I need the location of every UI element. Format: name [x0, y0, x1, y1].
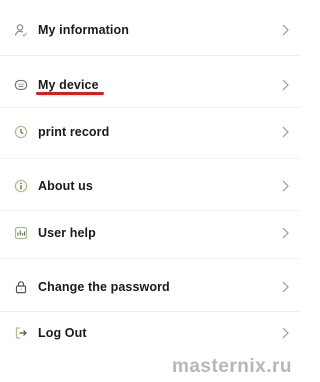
clock-icon: [14, 125, 28, 139]
device-icon: [14, 78, 28, 92]
watermark: masternix.ru: [171, 356, 292, 377]
menu-item-label: Log Out: [38, 326, 87, 340]
help-icon: [14, 226, 28, 240]
chevron-right-icon: [280, 326, 290, 340]
menu-item-print-record[interactable]: print record: [0, 112, 300, 152]
menu-item-label: About us: [38, 179, 93, 193]
settings-page: My information My device print record Ab…: [0, 0, 300, 382]
menu-item-user-help[interactable]: User help: [0, 213, 300, 253]
chevron-right-icon: [280, 280, 290, 294]
divider: [0, 158, 300, 159]
menu-item-log-out[interactable]: Log Out: [0, 313, 300, 353]
divider: [0, 107, 300, 108]
divider: [0, 311, 300, 312]
divider: [0, 55, 300, 56]
divider: [0, 210, 300, 211]
chevron-right-icon: [280, 125, 290, 139]
menu-item-my-device[interactable]: My device: [0, 65, 300, 105]
chevron-right-icon: [280, 23, 290, 37]
chevron-right-icon: [280, 226, 290, 240]
info-icon: [14, 179, 28, 193]
user-icon: [14, 23, 28, 37]
highlight-underline: [36, 92, 104, 95]
lock-icon: [14, 280, 28, 294]
menu-item-label: My device: [38, 78, 99, 92]
menu-item-about-us[interactable]: About us: [0, 166, 300, 206]
logout-icon: [14, 326, 28, 340]
chevron-right-icon: [280, 78, 290, 92]
menu-item-my-information[interactable]: My information: [0, 10, 300, 50]
divider: [0, 258, 300, 259]
menu-item-label: Change the password: [38, 280, 170, 294]
menu-item-label: print record: [38, 125, 110, 139]
menu-item-label: User help: [38, 226, 96, 240]
chevron-right-icon: [280, 179, 290, 193]
menu-item-label: My information: [38, 23, 129, 37]
menu-item-change-password[interactable]: Change the password: [0, 267, 300, 307]
